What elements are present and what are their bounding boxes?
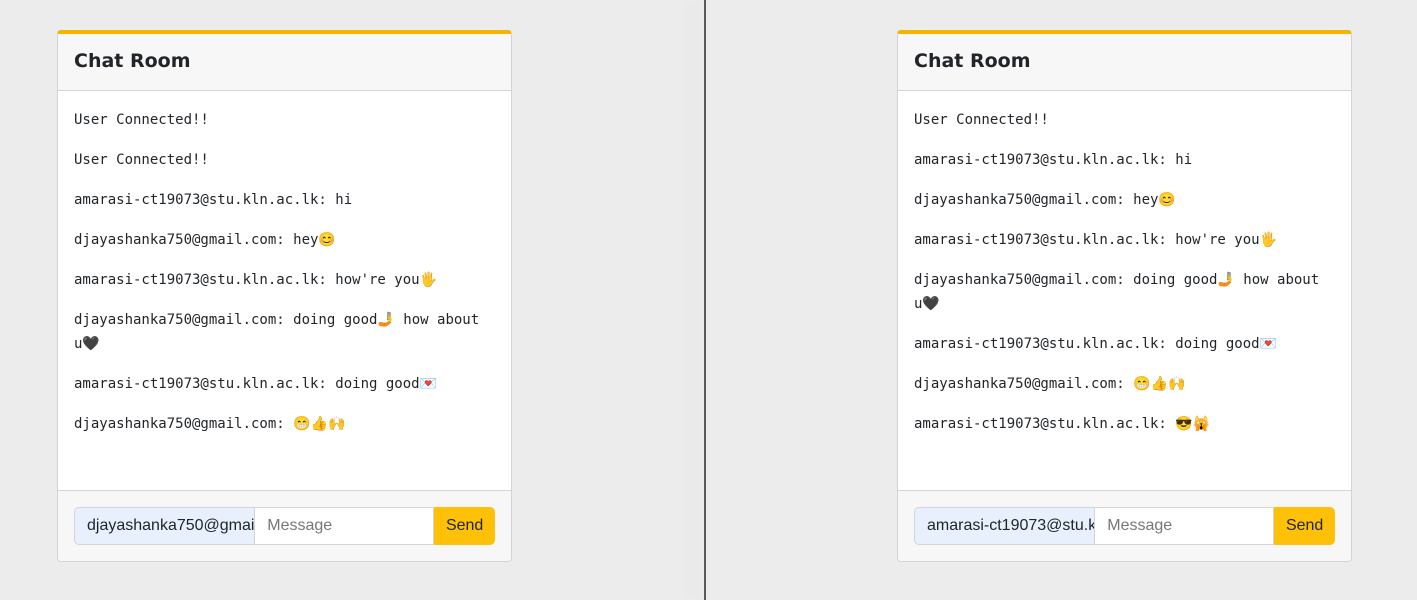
chat-message: User Connected!! xyxy=(74,152,209,168)
chat-room-title: Chat Room xyxy=(898,34,1351,91)
send-button[interactable]: Send xyxy=(434,507,495,545)
chat-message: User Connected!! xyxy=(74,112,209,128)
chat-message: djayashanka750@gmail.com: hey😊 xyxy=(74,232,336,248)
message-composer: djayashanka750@gmail.com Send xyxy=(58,490,511,561)
chat-message: amarasi-ct19073@stu.kln.ac.lk: hi xyxy=(74,192,353,208)
username-field[interactable]: amarasi-ct19073@stu.kln.ac.lk xyxy=(914,507,1095,545)
chat-message: djayashanka750@gmail.com: hey😊 xyxy=(914,192,1176,208)
chat-message: amarasi-ct19073@stu.kln.ac.lk: hi xyxy=(914,152,1193,168)
chat-room-title: Chat Room xyxy=(58,34,511,91)
message-list: User Connected!! amarasi-ct19073@stu.kln… xyxy=(898,91,1351,491)
chat-room-card: Chat Room User Connected!! User Connecte… xyxy=(57,30,512,562)
chat-message: djayashanka750@gmail.com: doing good🤳 ho… xyxy=(914,272,1320,312)
chat-message: amarasi-ct19073@stu.kln.ac.lk: doing goo… xyxy=(74,376,438,392)
chat-message: amarasi-ct19073@stu.kln.ac.lk: how're yo… xyxy=(914,232,1278,248)
chat-message: amarasi-ct19073@stu.kln.ac.lk: doing goo… xyxy=(914,336,1278,352)
username-field[interactable]: djayashanka750@gmail.com xyxy=(74,507,255,545)
chat-message: djayashanka750@gmail.com: 😁👍🙌 xyxy=(74,416,346,432)
chat-message: amarasi-ct19073@stu.kln.ac.lk: 😎🙀 xyxy=(914,416,1211,432)
chat-message: amarasi-ct19073@stu.kln.ac.lk: how're yo… xyxy=(74,272,438,288)
message-input[interactable] xyxy=(1094,507,1275,545)
chat-room-card: Chat Room User Connected!! amarasi-ct190… xyxy=(897,30,1352,562)
chat-message: djayashanka750@gmail.com: 😁👍🙌 xyxy=(914,376,1186,392)
message-composer: amarasi-ct19073@stu.kln.ac.lk Send xyxy=(898,490,1351,561)
left-browser-pane: Chat Room User Connected!! User Connecte… xyxy=(0,0,704,600)
right-browser-pane: Chat Room User Connected!! amarasi-ct190… xyxy=(706,0,1417,600)
message-list: User Connected!! User Connected!! amaras… xyxy=(58,91,511,491)
message-input[interactable] xyxy=(254,507,435,545)
chat-message: User Connected!! xyxy=(914,112,1049,128)
send-button[interactable]: Send xyxy=(1274,507,1335,545)
chat-message: djayashanka750@gmail.com: doing good🤳 ho… xyxy=(74,312,480,352)
